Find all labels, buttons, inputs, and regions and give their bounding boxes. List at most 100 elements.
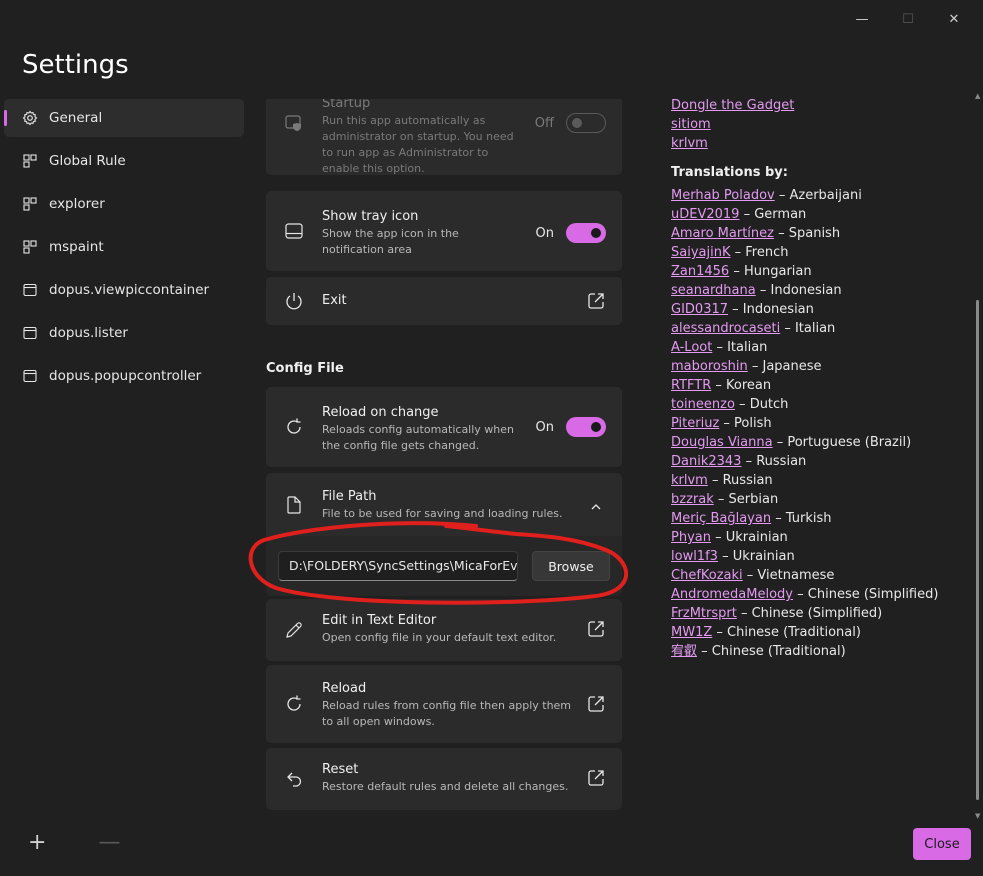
refresh-icon <box>284 694 304 714</box>
translation-item: Douglas Vianna – Portuguese (Brazil) <box>671 433 961 452</box>
reset-card[interactable]: Reset Restore default rules and delete a… <box>266 748 622 810</box>
toggle-state-label: On <box>535 225 554 241</box>
sidebar-item-label: dopus.lister <box>49 325 128 341</box>
close-button[interactable]: Close <box>913 828 971 860</box>
translator-link[interactable]: bzzrak <box>671 492 714 507</box>
separator: – <box>730 245 746 260</box>
sidebar-item-dopus-viewpiccontainer[interactable]: dopus.viewpiccontainer <box>4 271 244 309</box>
reload-on-change-toggle[interactable] <box>566 417 606 437</box>
translator-link[interactable]: Zan1456 <box>671 264 729 279</box>
translator-link[interactable]: RTFTR <box>671 378 711 393</box>
contributor-item: Dongle the Gadget <box>671 96 961 115</box>
separator: – <box>710 530 726 545</box>
separator: – <box>712 340 728 355</box>
separator: – <box>713 492 729 507</box>
close-window-button[interactable]: ✕ <box>931 8 977 30</box>
translation-item: AndromedaMelody – Chinese (Simplified) <box>671 585 961 604</box>
translator-link[interactable]: uDEV2019 <box>671 207 739 222</box>
contributor-link[interactable]: Dongle the Gadget <box>671 98 794 113</box>
sidebar-item-mspaint[interactable]: mspaint <box>4 228 244 266</box>
edit-in-text-editor-card[interactable]: Edit in Text Editor Open config file in … <box>266 599 622 661</box>
translator-link[interactable]: GID0317 <box>671 302 728 317</box>
file-path-input[interactable]: D:\FOLDERY\SyncSettings\MicaForEveryone <box>278 551 518 581</box>
translation-item: Phyan – Ukrainian <box>671 528 961 547</box>
config-file-section-label: Config File <box>266 361 344 376</box>
exit-card[interactable]: Exit <box>266 277 622 325</box>
separator: – <box>739 207 755 222</box>
contributor-link[interactable]: krlvm <box>671 136 708 151</box>
general-settings-panel[interactable]: Run as Administrator on Startup Run this… <box>266 99 622 811</box>
file-path-card[interactable]: File Path File to be used for saving and… <box>266 473 622 536</box>
translator-link[interactable]: Douglas Vianna <box>671 435 773 450</box>
open-external-icon <box>586 694 606 714</box>
window-icon <box>22 325 38 341</box>
card-subtitle: Open config file in your default text ed… <box>322 631 557 644</box>
language-label: Dutch <box>749 397 789 412</box>
language-label: Spanish <box>788 226 841 241</box>
sidebar-item-dopus-lister[interactable]: dopus.lister <box>4 314 244 352</box>
open-external-icon <box>586 768 606 788</box>
scroll-up-arrow-icon[interactable]: ▲ <box>975 92 981 100</box>
add-rule-button[interactable]: + <box>28 830 46 855</box>
card-subtitle: Run this app automatically as administra… <box>322 114 514 175</box>
translator-link[interactable]: Danik2343 <box>671 454 741 469</box>
translation-item: 宥叡 – Chinese (Traditional) <box>671 642 961 661</box>
translator-link[interactable]: Merhab Poladov <box>671 188 775 203</box>
sidebar-item-label: dopus.viewpiccontainer <box>49 282 210 298</box>
separator: – <box>717 549 733 564</box>
separator: – <box>719 416 735 431</box>
translator-link[interactable]: Phyan <box>671 530 711 545</box>
card-title: Exit <box>322 293 347 308</box>
scroll-down-arrow-icon[interactable]: ▼ <box>975 812 981 820</box>
translator-link[interactable]: FrzMtrsprt <box>671 606 737 621</box>
tray-icon-toggle[interactable] <box>566 223 606 243</box>
language-label: Ukrainian <box>732 549 795 564</box>
language-label: Russian <box>756 454 807 469</box>
translator-link[interactable]: A-Loot <box>671 340 712 355</box>
translation-item: maboroshin – Japanese <box>671 357 961 376</box>
separator: – <box>697 644 712 659</box>
translator-link[interactable]: toineenzo <box>671 397 735 412</box>
separator: – <box>712 625 728 640</box>
translator-link[interactable]: alessandrocaseti <box>671 321 780 336</box>
translator-link[interactable]: krlvm <box>671 473 708 488</box>
window-icon <box>22 239 38 255</box>
reload-card[interactable]: Reload Reload rules from config file the… <box>266 665 622 743</box>
translator-link[interactable]: seanardhana <box>671 283 756 298</box>
translator-link[interactable]: maboroshin <box>671 359 748 374</box>
translator-link[interactable]: Meriç Bağlayan <box>671 511 771 526</box>
translation-item: Zan1456 – Hungarian <box>671 262 961 281</box>
separator: – <box>741 454 757 469</box>
language-label: Russian <box>722 473 773 488</box>
translator-link[interactable]: lowl1f3 <box>671 549 718 564</box>
language-label: Serbian <box>728 492 779 507</box>
contributor-item: krlvm <box>671 134 961 153</box>
translator-link[interactable]: AndromedaMelody <box>671 587 793 602</box>
translator-link[interactable]: Amaro Martínez <box>671 226 774 241</box>
reload-on-change-card: Reload on change Reloads config automati… <box>266 387 622 467</box>
translator-link[interactable]: ChefKozaki <box>671 568 743 583</box>
contributor-item: sitiom <box>671 115 961 134</box>
sidebar-item-dopus-popupcontroller[interactable]: dopus.popupcontroller <box>4 357 244 395</box>
translator-link[interactable]: MW1Z <box>671 625 712 640</box>
sidebar-item-general[interactable]: General <box>4 99 244 137</box>
tray-icon-card: Show tray icon Show the app icon in the … <box>266 191 622 271</box>
translator-link[interactable]: Piteriuz <box>671 416 719 431</box>
undo-icon <box>284 769 304 789</box>
translation-item: uDEV2019 – German <box>671 205 961 224</box>
sidebar-item-label: mspaint <box>49 239 104 255</box>
sidebar-item-global-rule[interactable]: Global Rule <box>4 142 244 180</box>
separator: – <box>772 435 788 450</box>
contributor-link[interactable]: sitiom <box>671 117 711 132</box>
translator-link[interactable]: SaiyajinK <box>671 245 730 260</box>
sidebar-footer: + — <box>28 830 120 855</box>
scrollbar-thumb[interactable] <box>976 300 979 800</box>
chevron-up-icon[interactable] <box>586 497 606 517</box>
separator: – <box>707 473 723 488</box>
card-title: Run as Administrator on Startup <box>322 99 371 111</box>
minimize-button[interactable]: — <box>839 8 885 30</box>
sidebar-item-explorer[interactable]: explorer <box>4 185 244 223</box>
translator-link[interactable]: 宥叡 <box>671 644 697 659</box>
browse-button[interactable]: Browse <box>532 551 610 581</box>
power-icon <box>284 291 304 311</box>
